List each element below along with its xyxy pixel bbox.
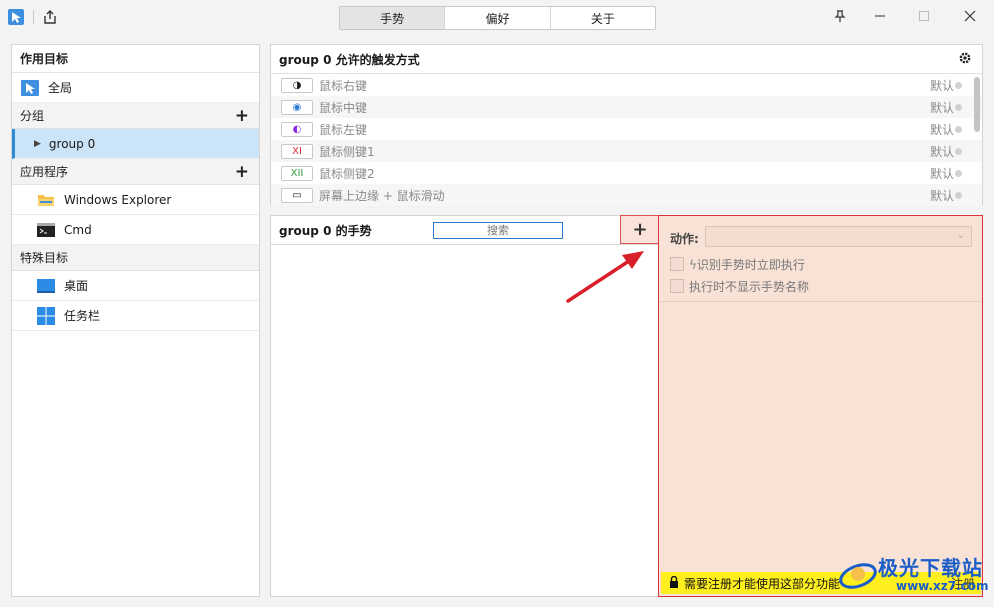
trigger-list: ◑ 鼠标右键 默认 ◉ 鼠标中键 默认 ◐ 鼠标左键 默认 XI 鼠标侧键1 默…	[271, 74, 982, 206]
sidebar-item-label: Cmd	[64, 222, 92, 237]
special-header-label: 特殊目标	[20, 251, 69, 265]
folder-icon	[36, 191, 56, 209]
terminal-icon	[36, 221, 56, 239]
action-select[interactable]: ⌄	[705, 226, 972, 247]
sidebar-item-group-0[interactable]: ▶ group 0	[12, 129, 259, 159]
minimize-button[interactable]	[866, 4, 894, 28]
watermark-url: www.xz7.com	[896, 579, 989, 593]
execute-immediately-checkbox[interactable]	[670, 257, 684, 271]
trigger-default: 默认	[929, 188, 954, 203]
trigger-row-left-button[interactable]: ◐ 鼠标左键 默认	[271, 118, 982, 140]
mouse-left-icon: ◐	[281, 121, 313, 137]
apps-header: 应用程序 +	[12, 159, 259, 185]
tab-preferences[interactable]: 偏好	[445, 7, 551, 29]
close-button[interactable]	[956, 4, 984, 28]
search-input[interactable]	[433, 222, 563, 239]
share-icon[interactable]	[41, 8, 59, 26]
scroll-thumb[interactable]	[974, 77, 980, 132]
trigger-label: 鼠标左键	[319, 122, 368, 137]
tab-gestures[interactable]: 手势	[340, 7, 446, 29]
pin-icon[interactable]	[826, 4, 854, 28]
sidebar-item-windows-explorer[interactable]: Windows Explorer	[12, 185, 259, 215]
trigger-default: 默认	[929, 100, 954, 115]
sidebar-item-label: group 0	[48, 136, 96, 151]
trigger-label: 鼠标侧键2	[319, 166, 375, 181]
triggers-title: group 0 允许的触发方式	[271, 45, 982, 74]
sidebar-item-taskbar[interactable]: 任务栏	[12, 301, 259, 331]
annotation-arrow-icon	[566, 251, 644, 303]
sidebar-item-label: 全局	[48, 81, 73, 95]
watermark-text: 极光下载站	[878, 556, 983, 580]
trigger-label: 鼠标中键	[319, 100, 368, 115]
mouse-side1-icon: XI	[281, 143, 313, 159]
sidebar-item-label: 任务栏	[64, 309, 101, 323]
group-header-label: 分组	[20, 109, 45, 123]
trigger-label: 鼠标侧键1	[319, 144, 375, 159]
trigger-row-side-button-1[interactable]: XI 鼠标侧键1 默认	[271, 140, 982, 162]
trigger-toggle[interactable]	[955, 126, 962, 133]
triggers-panel: group 0 允许的触发方式 ◑ 鼠标右键 默认 ◉ 鼠标中键 默认 ◐ 鼠标…	[270, 44, 983, 206]
target-sidebar: 作用目标 全局 分组 + ▶ group 0 应用程序 + Windows Ex…	[11, 44, 260, 597]
watermark-logo-icon	[839, 563, 877, 589]
triggers-title-text: group 0 允许的触发方式	[279, 52, 420, 67]
hide-name-checkbox[interactable]	[670, 279, 684, 293]
trigger-default: 默认	[929, 144, 954, 159]
trigger-toggle[interactable]	[955, 192, 962, 199]
cursor-icon	[20, 79, 40, 97]
screen-edge-icon: ▭	[281, 187, 313, 203]
sidebar-item-cmd[interactable]: Cmd	[12, 215, 259, 245]
target-header: 作用目标	[12, 45, 259, 73]
execute-immediately-label: ϟ识别手势时立即执行	[689, 258, 805, 272]
gesture-list-header: group 0 的手势 +	[271, 215, 660, 245]
mouse-middle-icon: ◉	[281, 99, 313, 115]
tab-about[interactable]: 关于	[551, 7, 655, 29]
trigger-toggle[interactable]	[955, 82, 962, 89]
gesture-detail-panel: 动作: ⌄ ϟ识别手势时立即执行 执行时不显示手势名称 需要注册才能使用这部分功…	[658, 215, 983, 597]
lightning-icon: ϟ	[689, 258, 697, 272]
sidebar-item-label: 桌面	[64, 279, 89, 293]
chevron-down-icon: ⌄	[956, 230, 965, 241]
trigger-default: 默认	[929, 78, 954, 93]
app-logo-icon[interactable]	[7, 8, 25, 26]
gear-icon[interactable]	[958, 51, 972, 68]
main-tabs: 手势 偏好 关于	[339, 6, 656, 30]
caret-right-icon[interactable]: ▶	[34, 139, 41, 149]
sidebar-item-desktop[interactable]: 桌面	[12, 271, 259, 301]
sidebar-item-global[interactable]: 全局	[12, 73, 259, 103]
special-header: 特殊目标	[12, 245, 259, 271]
trigger-row-right-button[interactable]: ◑ 鼠标右键 默认	[271, 74, 982, 96]
mouse-right-icon: ◑	[281, 77, 313, 93]
apps-header-label: 应用程序	[20, 165, 69, 179]
mouse-side2-icon: XII	[281, 165, 313, 181]
lock-icon	[669, 575, 679, 591]
trigger-default: 默认	[929, 166, 954, 181]
trigger-label: 鼠标右键	[319, 78, 368, 93]
desktop-icon	[36, 277, 56, 295]
watermark: 极光下载站 www.xz7.com	[838, 552, 989, 602]
add-group-button[interactable]: +	[235, 106, 249, 126]
gesture-list-title: group 0 的手势	[279, 223, 372, 238]
hide-name-label: 执行时不显示手势名称	[689, 280, 810, 294]
detail-options: 动作: ⌄ ϟ识别手势时立即执行 执行时不显示手势名称	[659, 216, 982, 302]
register-notice-text: 需要注册才能使用这部分功能	[684, 576, 841, 591]
trigger-row-middle-button[interactable]: ◉ 鼠标中键 默认	[271, 96, 982, 118]
trigger-default: 默认	[929, 122, 954, 137]
trigger-toggle[interactable]	[955, 148, 962, 155]
trigger-toggle[interactable]	[955, 104, 962, 111]
trigger-row-screen-edge[interactable]: ▭ 屏幕上边缘 + 鼠标滑动 默认	[271, 184, 982, 206]
group-header: 分组 +	[12, 103, 259, 129]
trigger-toggle[interactable]	[955, 170, 962, 177]
add-gesture-button[interactable]: +	[620, 215, 660, 244]
title-separator	[33, 10, 34, 24]
add-app-button[interactable]: +	[235, 162, 249, 182]
title-bar: 手势 偏好 关于	[0, 0, 994, 36]
maximize-button[interactable]	[910, 4, 938, 28]
trigger-row-side-button-2[interactable]: XII 鼠标侧键2 默认	[271, 162, 982, 184]
triggers-scrollbar[interactable]	[974, 77, 980, 201]
trigger-label: 屏幕上边缘 + 鼠标滑动	[319, 188, 445, 203]
sidebar-item-label: Windows Explorer	[64, 192, 172, 207]
action-label: 动作:	[670, 232, 699, 246]
windows-logo-icon	[36, 306, 56, 325]
